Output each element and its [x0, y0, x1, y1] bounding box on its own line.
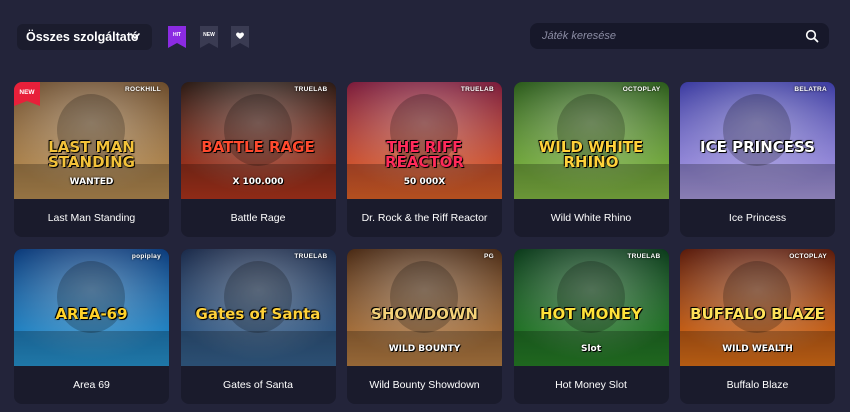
game-thumbnail[interactable]: LAST MAN STANDING WANTED ROCKHILL NEW: [14, 82, 169, 199]
game-thumbnail[interactable]: WILD WHITE RHINO OCTOPLAY: [513, 82, 669, 199]
game-card[interactable]: ICE PRINCESS BELATRA Ice Princess: [680, 82, 835, 237]
provider-logo: ROCKHILL: [125, 86, 161, 93]
game-thumbnail[interactable]: HOT MONEY Slot TRUELAB: [513, 249, 669, 366]
game-title[interactable]: Battle Rage: [181, 199, 336, 237]
game-title[interactable]: Area 69: [14, 366, 169, 404]
search-icon[interactable]: [805, 29, 819, 43]
provider-logo: PG: [484, 253, 494, 260]
game-logo-text: THE RIFF REACTOR: [385, 138, 464, 171]
top-toolbar: Összes szolgáltató HIT NEW: [0, 0, 850, 70]
game-logo-text: WILD WHITE RHINO: [538, 138, 644, 171]
game-title[interactable]: Gates of Santa: [181, 366, 336, 404]
game-thumbnail[interactable]: BATTLE RAGE X 100.000 TRUELAB: [180, 82, 336, 199]
game-logo-subtext: 50 000X: [403, 177, 446, 187]
game-card[interactable]: LAST MAN STANDING WANTED ROCKHILL NEW Last M…: [14, 82, 169, 237]
game-card[interactable]: AREA-69 popiplay Area 69: [14, 249, 169, 404]
game-card[interactable]: HOT MONEY Slot TRUELAB Hot Money Slot: [513, 249, 669, 404]
provider-logo: popiplay: [131, 253, 161, 260]
provider-logo: TRUELAB: [460, 86, 494, 93]
game-logo-subtext: X 100.000: [232, 177, 284, 187]
game-card[interactable]: SHOWDOWN WILD BOUNTY PG Wild Bounty Showdow…: [347, 249, 502, 404]
favorites-filter-button[interactable]: [231, 26, 249, 48]
provider-logo: OCTOPLAY: [789, 253, 827, 260]
game-title[interactable]: Last Man Standing: [14, 199, 169, 237]
game-title[interactable]: Hot Money Slot: [514, 366, 669, 404]
game-title[interactable]: Ice Princess: [680, 199, 835, 237]
hit-filter-button[interactable]: HIT: [168, 26, 186, 48]
provider-logo: BELATRA: [794, 86, 827, 93]
game-logo-subtext: WANTED: [69, 177, 114, 187]
game-title[interactable]: Wild White Rhino: [514, 199, 669, 237]
game-card[interactable]: BUFFALO BLAZE WILD WEALTH OCTOPLAY Buffalo …: [680, 249, 835, 404]
new-label: NEW: [203, 32, 215, 38]
game-logo-subtext: Slot: [580, 344, 602, 354]
provider-logo: TRUELAB: [627, 253, 661, 260]
game-logo-text: ICE PRINCESS: [700, 138, 815, 156]
game-title[interactable]: Dr. Rock & the Riff Reactor: [347, 199, 502, 237]
provider-filter-dropdown[interactable]: Összes szolgáltató: [17, 24, 152, 50]
provider-logo: OCTOPLAY: [622, 86, 661, 93]
game-title[interactable]: Wild Bounty Showdown: [347, 366, 502, 404]
game-thumbnail[interactable]: SHOWDOWN WILD BOUNTY PG: [347, 249, 502, 366]
heart-icon: [236, 32, 244, 39]
game-logo-text: Gates of Santa: [195, 305, 321, 323]
game-logo-text: SHOWDOWN: [371, 305, 478, 323]
game-thumbnail[interactable]: THE RIFF REACTOR 50 000X TRUELAB: [347, 82, 502, 199]
game-logo-text: BUFFALO BLAZE: [690, 305, 825, 323]
provider-logo: TRUELAB: [294, 253, 328, 260]
game-logo-text: LAST MAN STANDING: [48, 138, 135, 171]
game-logo-text: AREA-69: [55, 305, 128, 323]
game-thumbnail[interactable]: AREA-69 popiplay: [14, 249, 169, 366]
provider-logo: TRUELAB: [294, 86, 328, 93]
new-filter-button[interactable]: NEW: [200, 26, 218, 48]
game-thumbnail[interactable]: Gates of Santa TRUELAB: [180, 249, 336, 366]
game-title[interactable]: Buffalo Blaze: [680, 366, 835, 404]
new-badge-label: NEW: [19, 89, 35, 96]
hit-label: HIT: [172, 32, 182, 38]
game-card[interactable]: Gates of Santa TRUELAB Gates of Santa: [180, 249, 336, 404]
game-search-box: [530, 23, 829, 49]
provider-filter-label: Összes szolgáltató: [26, 30, 139, 44]
game-thumbnail[interactable]: ICE PRINCESS BELATRA: [680, 82, 835, 199]
chevron-down-icon: [130, 33, 140, 40]
game-logo-subtext: WILD BOUNTY: [388, 344, 461, 354]
search-input[interactable]: [530, 23, 790, 49]
game-logo-text: BATTLE RAGE: [201, 138, 315, 156]
game-logo-text: HOT MONEY: [539, 305, 643, 323]
game-thumbnail[interactable]: BUFFALO BLAZE WILD WEALTH OCTOPLAY: [680, 249, 835, 366]
new-badge: NEW: [14, 82, 46, 114]
game-card[interactable]: THE RIFF REACTOR 50 000X TRUELAB Dr. Rock &…: [347, 82, 502, 237]
game-logo-subtext: WILD WEALTH: [722, 344, 793, 354]
game-card[interactable]: BATTLE RAGE X 100.000 TRUELAB Battle Rage: [180, 82, 336, 237]
game-card[interactable]: WILD WHITE RHINO OCTOPLAY Wild White Rhino: [513, 82, 669, 237]
